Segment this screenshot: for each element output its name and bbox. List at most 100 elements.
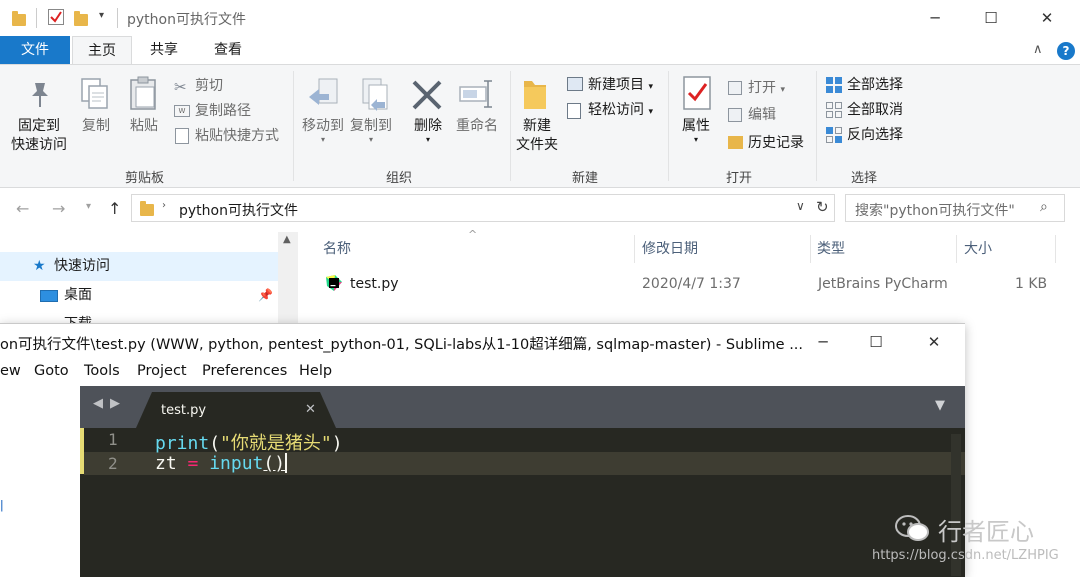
new-folder-icon (524, 81, 546, 109)
new-folder-quick-icon[interactable] (74, 11, 88, 26)
column-header-type[interactable]: 类型 (817, 238, 845, 258)
open-label: 打开 (748, 80, 776, 96)
maximize-button[interactable]: ☐ (968, 4, 1014, 32)
group-separator (510, 71, 511, 181)
tab-close-icon[interactable]: ✕ (305, 402, 316, 417)
column-header-name[interactable]: 名称 (323, 238, 351, 258)
menu-view[interactable]: ew (0, 363, 21, 379)
invert-selection-button[interactable]: 反向选择 (847, 126, 903, 144)
dropdown-arrow-icon: ▾ (780, 85, 785, 95)
group-separator (668, 71, 669, 181)
desktop-icon (40, 290, 58, 302)
menu-tools[interactable]: Tools (84, 363, 120, 379)
move-to-label: 移动到 (302, 118, 344, 134)
nav-item-quick-access[interactable]: ★ 快速访问 (0, 252, 278, 281)
sublime-maximize-button[interactable]: ☐ (853, 328, 899, 356)
open-button[interactable]: 打开 ▾ (748, 79, 785, 99)
properties-quick-icon[interactable] (48, 9, 64, 25)
code-line-1[interactable]: print("你就是猪头") (155, 429, 343, 455)
search-icon[interactable]: ⌕ (1040, 199, 1048, 215)
scroll-up-icon[interactable]: ▲ (283, 234, 291, 245)
breadcrumb-path[interactable]: python可执行文件 (179, 200, 298, 220)
text-cursor (285, 453, 288, 473)
token-paren: ) (331, 433, 343, 454)
easy-access-label: 轻松访问 (588, 102, 644, 118)
watermark-url: https://blog.csdn.net/LZHPIG (872, 548, 1059, 563)
new-item-button[interactable]: 新建项目 ▾ (588, 76, 653, 96)
address-bar-row: ← → ▾ ↑ › python可执行文件 ∨ ↻ 搜索"python可执行文件… (0, 194, 1080, 224)
up-arrow-icon[interactable]: ↑ (108, 199, 121, 218)
dropdown-arrow-icon: ▾ (320, 135, 325, 144)
folder-icon (12, 11, 26, 26)
invert-selection-icon (826, 127, 842, 143)
star-icon: ★ (33, 258, 46, 274)
file-size: 1 KB (1015, 276, 1048, 292)
pin-to-quick-access-button[interactable]: 固定到 快速访问 (8, 117, 70, 155)
move-to-button[interactable]: 移动到 ▾ (300, 117, 346, 144)
refresh-icon[interactable]: ↻ (816, 198, 829, 216)
help-icon[interactable]: ? (1057, 42, 1075, 60)
tab-file[interactable]: 文件 (0, 36, 70, 65)
line-number: 2 (108, 454, 118, 473)
copy-to-button[interactable]: 复制到 ▾ (348, 117, 394, 144)
separator (36, 8, 37, 28)
sublime-titlebar: on可执行文件\test.py (WWW, python, pentest_py… (0, 324, 965, 360)
dropdown-arrow-icon: ▾ (368, 135, 373, 144)
menu-goto[interactable]: Goto (34, 363, 69, 379)
select-none-button[interactable]: 全部取消 (847, 101, 903, 119)
history-button[interactable]: 历史记录 (748, 134, 804, 152)
organize-group-label: 组织 (386, 171, 413, 186)
delete-icon (412, 80, 442, 110)
column-header-size[interactable]: 大小 (964, 238, 992, 258)
nav-label: 快速访问 (54, 258, 110, 274)
new-item-label: 新建项目 (588, 77, 644, 93)
search-input[interactable]: 搜索"python可执行文件" ⌕ (845, 194, 1065, 222)
file-modified: 2020/4/7 1:37 (642, 276, 741, 292)
customize-toolbar-dropdown-icon[interactable]: ▾ (99, 10, 104, 28)
forward-arrow-icon[interactable]: → (52, 199, 65, 218)
menu-project[interactable]: Project (137, 363, 187, 379)
collapse-ribbon-icon[interactable]: ∧ (1033, 42, 1043, 57)
paste-shortcut-button[interactable]: 粘贴快捷方式 (195, 127, 279, 145)
sublime-minimize-button[interactable]: ─ (800, 328, 846, 356)
back-arrow-icon[interactable]: ← (16, 199, 29, 218)
delete-button[interactable]: 删除 ▾ (408, 117, 448, 144)
code-line-2[interactable]: zt = input() (155, 453, 288, 474)
nav-scrollbar[interactable]: ▲ (278, 232, 298, 332)
sublime-menubar: ew Goto Tools Project Preferences Help (0, 360, 965, 386)
easy-access-button[interactable]: 轻松访问 ▾ (588, 101, 653, 121)
rename-button[interactable]: 重命名 (452, 117, 502, 136)
menu-preferences[interactable]: Preferences (202, 363, 287, 379)
edit-button[interactable]: 编辑 (748, 106, 776, 124)
sublime-close-button[interactable]: ✕ (911, 328, 957, 356)
tab-home[interactable]: 主页 (72, 36, 132, 65)
minimize-button[interactable]: ─ (912, 4, 958, 32)
recent-locations-icon[interactable]: ▾ (86, 201, 91, 212)
select-group-label: 选择 (851, 171, 878, 186)
ribbon-home: 固定到 快速访问 复制 粘贴 ✂ 剪切 W 复制路径 粘贴快捷方式 剪贴板 移动… (0, 64, 1080, 188)
tab-overflow-dropdown-icon[interactable]: ▼ (935, 398, 945, 413)
copy-path-button[interactable]: 复制路径 (195, 102, 251, 120)
tab-view[interactable]: 查看 (200, 36, 256, 65)
column-header-modified[interactable]: 修改日期 (642, 238, 698, 258)
new-folder-button[interactable]: 新建 文件夹 (512, 117, 562, 155)
tab-share[interactable]: 共享 (136, 36, 192, 65)
address-dropdown-icon[interactable]: ∨ (796, 199, 805, 213)
code-editor[interactable]: 1 print("你就是猪头") 2 zt = input() (80, 428, 965, 577)
pin-label-line2: 快速访问 (11, 137, 67, 153)
token-function: input (198, 453, 264, 474)
close-button[interactable]: ✕ (1024, 4, 1070, 32)
navigation-pane: ▲ ★ 快速访问 桌面 📌 下载 (0, 232, 298, 332)
address-field[interactable]: › python可执行文件 ∨ ↻ (131, 194, 835, 222)
menu-help[interactable]: Help (299, 363, 332, 379)
file-name[interactable]: test.py (350, 276, 399, 292)
tab-scroll-right-icon[interactable]: ▶ (110, 396, 120, 411)
cut-button[interactable]: 剪切 (195, 77, 223, 95)
tab-test-py[interactable]: test.py ✕ (136, 392, 336, 428)
nav-item-desktop[interactable]: 桌面 📌 (0, 281, 278, 310)
copy-button[interactable]: 复制 (76, 117, 116, 136)
tab-scroll-left-icon[interactable]: ◀ (93, 396, 103, 411)
paste-button[interactable]: 粘贴 (124, 117, 164, 136)
properties-button[interactable]: 属性 ▾ (674, 117, 718, 144)
select-all-button[interactable]: 全部选择 (847, 76, 903, 94)
